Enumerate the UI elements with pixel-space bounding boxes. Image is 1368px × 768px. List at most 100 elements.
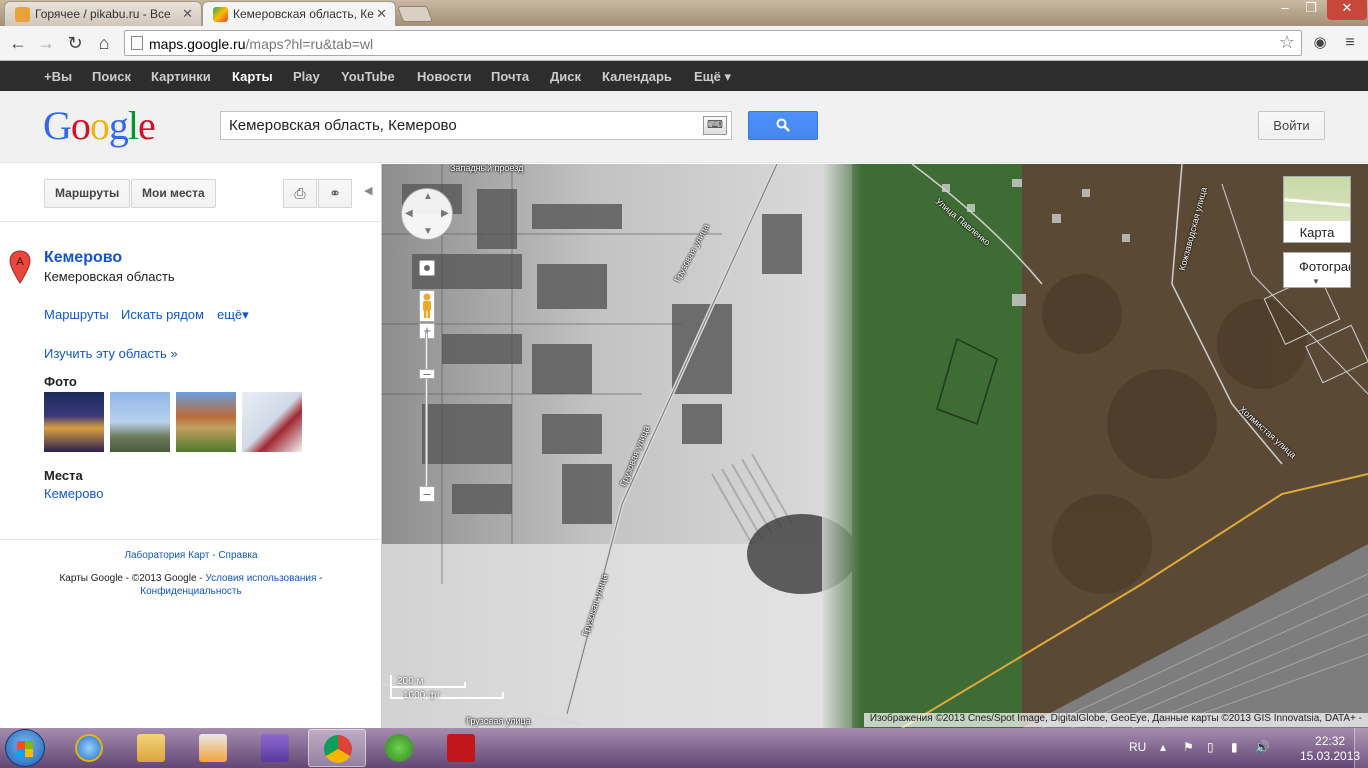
place-item-link[interactable]: Кемерово — [44, 486, 103, 501]
zoom-out-button[interactable]: – — [419, 486, 435, 502]
road-label: Западный проезд — [450, 164, 524, 173]
tab-maps[interactable]: Кемеровская область, Ке ✕ — [202, 1, 396, 26]
print-icon[interactable]: ⎙ — [283, 179, 317, 208]
chrome-icon — [324, 735, 352, 763]
road-label: Грузовая улица — [466, 716, 531, 726]
new-tab-button[interactable] — [397, 6, 433, 22]
maps-favicon-icon — [213, 7, 228, 22]
gbar-calendar[interactable]: Календарь — [602, 69, 672, 84]
show-hidden-icons-icon[interactable]: ▴ — [1160, 740, 1166, 754]
taskbar-utorrent[interactable] — [370, 729, 428, 767]
privacy-link[interactable]: Конфиденциальность — [140, 586, 241, 597]
windows-logo-icon — [17, 741, 33, 757]
divider — [0, 221, 381, 222]
restore-icon[interactable]: ❐ — [1297, 0, 1325, 20]
zoom-slider[interactable] — [425, 332, 428, 494]
tab-title: Горячее / pikabu.ru - Все — [35, 7, 171, 21]
forward-icon[interactable]: → — [34, 32, 58, 54]
taskbar-ie[interactable] — [60, 729, 118, 767]
url-domain: maps.google.ru — [149, 36, 246, 52]
maps-header: Google ⌨ Войти — [0, 91, 1368, 163]
extension-icon[interactable]: ◉ — [1308, 32, 1332, 54]
taskbar-opera[interactable] — [432, 729, 490, 767]
routes-button[interactable]: Маршруты — [44, 179, 131, 208]
satellite-imagery — [382, 164, 1368, 728]
star-icon[interactable]: ☆ — [1279, 32, 1295, 53]
gbar-images[interactable]: Картинки — [151, 69, 211, 84]
volume-icon[interactable]: 🔊 — [1255, 740, 1270, 754]
left-panel: Маршруты Мои места ⎙ ⚭ ◀ A Кемерово Кеме… — [0, 164, 382, 728]
taskbar-setup[interactable] — [184, 729, 242, 767]
menu-icon[interactable]: ≡ — [1338, 32, 1362, 54]
taskbar-chrome[interactable] — [308, 729, 366, 767]
ie-icon — [75, 734, 103, 762]
more-link[interactable]: ещё▾ — [217, 307, 249, 323]
tab-pikabu[interactable]: Горячее / pikabu.ru - Все ✕ — [4, 1, 202, 26]
language-indicator[interactable]: RU — [1129, 740, 1146, 754]
browser-tabstrip: Горячее / pikabu.ru - Все ✕ Кемеровская … — [0, 0, 1368, 26]
gbar-mail[interactable]: Почта — [491, 69, 529, 84]
gbar-drive[interactable]: Диск — [550, 69, 581, 84]
marker-a-icon[interactable]: A — [9, 250, 31, 284]
start-button[interactable] — [5, 729, 45, 767]
gbar-youtube[interactable]: YouTube — [341, 69, 395, 84]
show-desktop-button[interactable] — [1354, 728, 1368, 768]
signin-button[interactable]: Войти — [1258, 111, 1325, 140]
device-icon[interactable]: ▯ — [1207, 740, 1214, 754]
gbar-plus[interactable]: +Вы — [44, 69, 72, 84]
minimize-icon[interactable]: – — [1271, 0, 1299, 20]
pan-right-icon[interactable]: ▶ — [441, 208, 449, 219]
link-icon[interactable]: ⚭ — [318, 179, 352, 208]
divider — [0, 539, 381, 540]
pan-up-icon[interactable]: ▲ — [423, 191, 433, 202]
reload-icon[interactable]: ↻ — [63, 32, 87, 54]
photos-heading: Фото — [44, 374, 77, 389]
map-type-map-button[interactable]: Карта — [1283, 176, 1351, 243]
search-nearby-link[interactable]: Искать рядом — [121, 307, 204, 322]
clock[interactable]: 22:32 15.03.2013 — [1300, 734, 1360, 764]
footer-links[interactable]: Лаборатория Карт - Справка — [0, 550, 382, 561]
photo-thumbnail[interactable] — [176, 392, 236, 452]
photo-thumbnail[interactable] — [110, 392, 170, 452]
keyboard-icon[interactable]: ⌨ — [703, 116, 727, 135]
action-center-flag-icon[interactable]: ⚑ — [1183, 740, 1194, 754]
zoom-slider-handle[interactable]: – — [419, 367, 435, 380]
network-icon[interactable]: ▮ — [1231, 740, 1238, 754]
photo-thumbnail[interactable] — [242, 392, 302, 452]
map-type-label: Карта — [1299, 225, 1335, 240]
gbar-more[interactable]: Ещё ▾ — [694, 69, 731, 85]
gbar-play[interactable]: Play — [293, 69, 320, 84]
back-icon[interactable]: ← — [6, 32, 30, 54]
home-icon[interactable]: ⌂ — [92, 32, 116, 54]
place-title[interactable]: Кемерово — [44, 249, 122, 267]
taskbar-vs[interactable] — [246, 729, 304, 767]
my-places-button[interactable]: Мои места — [131, 179, 216, 208]
photo-thumbnail[interactable] — [44, 392, 104, 452]
address-bar[interactable]: maps.google.ru/maps?hl=ru&tab=wl ☆ — [124, 30, 1302, 56]
url-text[interactable]: maps.google.ru/maps?hl=ru&tab=wl — [149, 36, 373, 52]
pegman-icon[interactable] — [419, 290, 435, 322]
visual-studio-icon — [261, 734, 289, 762]
map-canvas[interactable]: Западный проезд Грузовая улица Грузовая … — [382, 164, 1368, 728]
map-type-satellite-button[interactable]: Фотографии ▼ — [1283, 252, 1351, 288]
terms-link[interactable]: Условия использования — [205, 573, 316, 584]
center-location-button[interactable] — [419, 260, 435, 276]
windows-taskbar: RU ▴ ⚑ ▯ ▮ 🔊 22:32 15.03.2013 — [0, 728, 1368, 768]
close-tab-icon[interactable]: ✕ — [182, 6, 193, 22]
google-logo[interactable]: Google — [43, 102, 156, 149]
directions-link[interactable]: Маршруты — [44, 307, 109, 322]
close-tab-icon[interactable]: ✕ — [376, 6, 387, 22]
taskbar-explorer[interactable] — [122, 729, 180, 767]
gbar-search[interactable]: Поиск — [92, 69, 131, 84]
search-button[interactable] — [748, 111, 818, 140]
gbar-maps[interactable]: Карты — [232, 69, 273, 84]
pan-left-icon[interactable]: ◀ — [405, 208, 413, 219]
search-input[interactable] — [221, 112, 701, 139]
explore-area-link[interactable]: Изучить эту область » — [44, 346, 178, 361]
close-window-icon[interactable]: ✕ — [1327, 0, 1367, 20]
gbar-news[interactable]: Новости — [417, 69, 472, 84]
collapse-panel-icon[interactable]: ◀ — [364, 184, 372, 197]
pan-control[interactable]: ▲ ▼ ◀ ▶ — [401, 188, 453, 240]
pan-down-icon[interactable]: ▼ — [423, 226, 433, 237]
google-bar: +Вы Поиск Картинки Карты Play YouTube Но… — [0, 61, 1368, 91]
